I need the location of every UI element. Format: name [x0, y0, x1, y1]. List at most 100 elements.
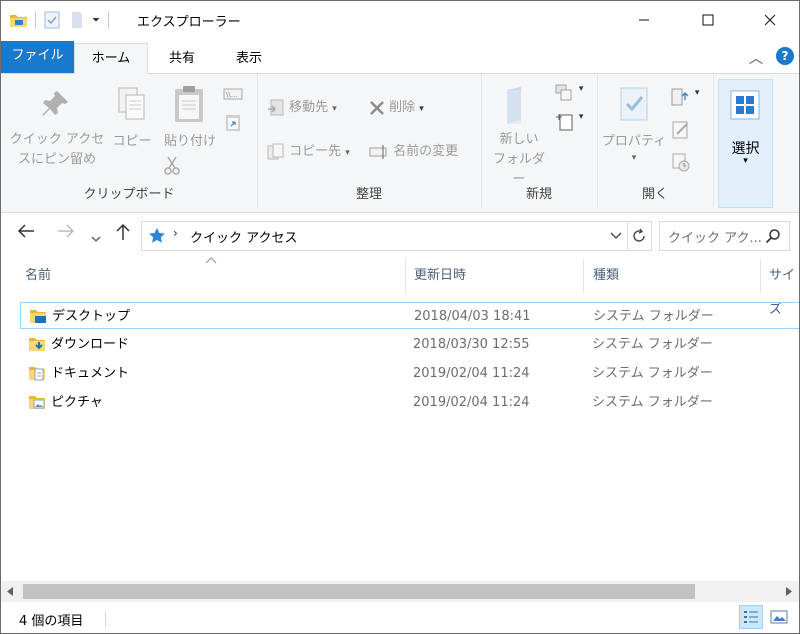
copy-button[interactable]: コピー [107, 132, 157, 152]
new-folder-small-icon[interactable] [70, 11, 84, 29]
up-button[interactable] [115, 223, 131, 246]
forward-button[interactable] [57, 223, 75, 244]
close-icon [764, 14, 776, 26]
column-divider[interactable] [405, 259, 406, 293]
recent-locations-button[interactable] [91, 227, 101, 248]
up-arrow-icon [116, 223, 130, 240]
move-to-button[interactable]: 移動先 ▾ [267, 98, 337, 119]
search-input[interactable]: クイック アク... [668, 227, 762, 246]
customize-toolbar-chevron-icon[interactable]: ⏷ [92, 15, 100, 26]
status-divider [105, 611, 106, 627]
file-type: システム フォルダー [592, 337, 713, 352]
table-row[interactable]: ピクチャ 2019/02/04 11:24 システム フォルダー [20, 389, 799, 416]
tab-home[interactable]: ホーム [74, 43, 148, 74]
tab-share[interactable]: 共有 [147, 44, 217, 73]
back-button[interactable] [17, 223, 35, 244]
address-bar[interactable]: › クイック アクセス [141, 221, 652, 251]
title-bar: ⏷ エクスプローラー [1, 1, 799, 39]
collapse-ribbon-icon[interactable]: ︿ [749, 48, 763, 68]
copy-to-button[interactable]: コピー先 ▾ [267, 142, 350, 163]
table-row[interactable]: ドキュメント 2019/02/04 11:24 システム フォルダー [20, 360, 799, 387]
copy-path-icon[interactable]: \\... [223, 88, 243, 100]
file-name: ドキュメント [51, 366, 130, 381]
details-view-button[interactable] [739, 605, 763, 629]
pin-icon [42, 91, 68, 116]
clipboard-group: クイック アクセ スにピン留め コピー 貼り付け \\... クリップボード [1, 74, 258, 208]
easy-access-button[interactable]: ▾ [555, 112, 583, 135]
scrollbar-thumb[interactable] [23, 584, 695, 599]
pin-quick-access-button[interactable]: クイック アクセ スにピン留め [9, 130, 105, 170]
copy-to-dropdown-icon: ▾ [345, 148, 350, 158]
quick-access-star-icon [149, 228, 165, 243]
file-name: ピクチャ [51, 395, 103, 410]
minimize-button[interactable] [621, 1, 667, 39]
file-modified: 2019/02/04 11:24 [413, 366, 530, 381]
edit-icon[interactable] [671, 120, 691, 140]
column-size[interactable]: サイズ [769, 259, 799, 317]
select-grid-icon [730, 90, 760, 120]
properties-dropdown-icon: ▾ [631, 153, 637, 163]
desktop-folder-icon [30, 310, 46, 323]
address-dropdown-icon[interactable] [610, 232, 622, 240]
paste-shortcut-icon[interactable] [225, 112, 241, 132]
pin-label-1: クイック アクセ [9, 132, 105, 147]
table-row[interactable]: デスクトップ 2018/04/03 18:41 システム フォルダー [20, 302, 799, 329]
search-icon[interactable] [765, 228, 781, 244]
rename-button[interactable]: 名前の変更 [369, 142, 458, 162]
search-box[interactable]: クイック アク... [659, 221, 790, 251]
properties-check-icon[interactable] [44, 11, 60, 29]
new-item-button[interactable]: ▾ [555, 84, 583, 105]
open-button[interactable]: ▾ [671, 88, 699, 109]
sort-ascending-icon [205, 257, 217, 264]
paste-button[interactable]: 貼り付け [159, 132, 221, 152]
delete-button[interactable]: 削除 ▾ [369, 98, 424, 119]
open-group-label: 開く [641, 187, 668, 202]
folder-app-icon[interactable] [9, 11, 29, 29]
column-modified[interactable]: 更新日時 [414, 259, 466, 293]
move-to-icon [268, 99, 284, 115]
navigation-bar: › クイック アクセス クイック アク... [1, 213, 799, 257]
maximize-icon [702, 14, 714, 26]
file-modified: 2018/04/03 18:41 [414, 309, 531, 324]
address-divider [627, 222, 628, 250]
new-group: 新しい フォルダー ▾ ▾ 新規 [481, 74, 598, 208]
file-type: システム フォルダー [592, 366, 713, 381]
pictures-folder-icon [29, 396, 45, 409]
column-name[interactable]: 名前 [25, 259, 51, 293]
file-type: システム フォルダー [593, 309, 714, 324]
refresh-icon[interactable] [631, 228, 647, 244]
breadcrumb-separator-icon[interactable]: › [173, 226, 178, 240]
delete-label: 削除 [389, 100, 416, 115]
details-view-icon [744, 611, 758, 623]
properties-button[interactable]: プロパティ ▾ [599, 132, 669, 164]
window-title: エクスプローラー [137, 15, 241, 30]
column-divider[interactable] [583, 259, 584, 293]
close-button[interactable] [747, 1, 793, 39]
help-icon[interactable]: ? [776, 47, 794, 65]
select-label: 選択 [731, 141, 760, 157]
minimize-icon [639, 19, 649, 21]
file-modified: 2018/03/30 12:55 [413, 337, 530, 352]
column-divider[interactable] [760, 259, 761, 293]
tab-view[interactable]: 表示 [217, 44, 281, 73]
explorer-window: ⏷ エクスプローラー ファイル ホーム 共有 表示 ︿ ? クイック アクセ ス… [0, 0, 800, 634]
select-button[interactable]: 選択 ▾ [718, 79, 773, 208]
move-to-label: 移動先 [289, 100, 329, 115]
large-icons-view-button[interactable] [767, 605, 791, 629]
scroll-right-icon[interactable] [785, 587, 793, 596]
new-folder-button[interactable]: 新しい フォルダー [487, 130, 551, 190]
horizontal-scrollbar[interactable] [1, 581, 799, 602]
address-text[interactable]: クイック アクセス [190, 227, 297, 246]
copy-to-icon [267, 143, 284, 159]
maximize-button[interactable] [685, 1, 731, 39]
column-headers: 名前 更新日時 種類 サイズ [1, 257, 799, 317]
column-type[interactable]: 種類 [593, 259, 619, 293]
history-icon[interactable] [671, 152, 691, 172]
large-icons-view-icon [770, 610, 788, 624]
scroll-left-icon[interactable] [6, 587, 14, 596]
table-row[interactable]: ダウンロード 2018/03/30 12:55 システム フォルダー [20, 331, 799, 358]
tab-file[interactable]: ファイル [1, 41, 74, 73]
easy-access-dropdown-icon: ▾ [578, 112, 584, 122]
organize-group-label: 整理 [355, 187, 382, 202]
cut-icon[interactable] [163, 156, 181, 176]
